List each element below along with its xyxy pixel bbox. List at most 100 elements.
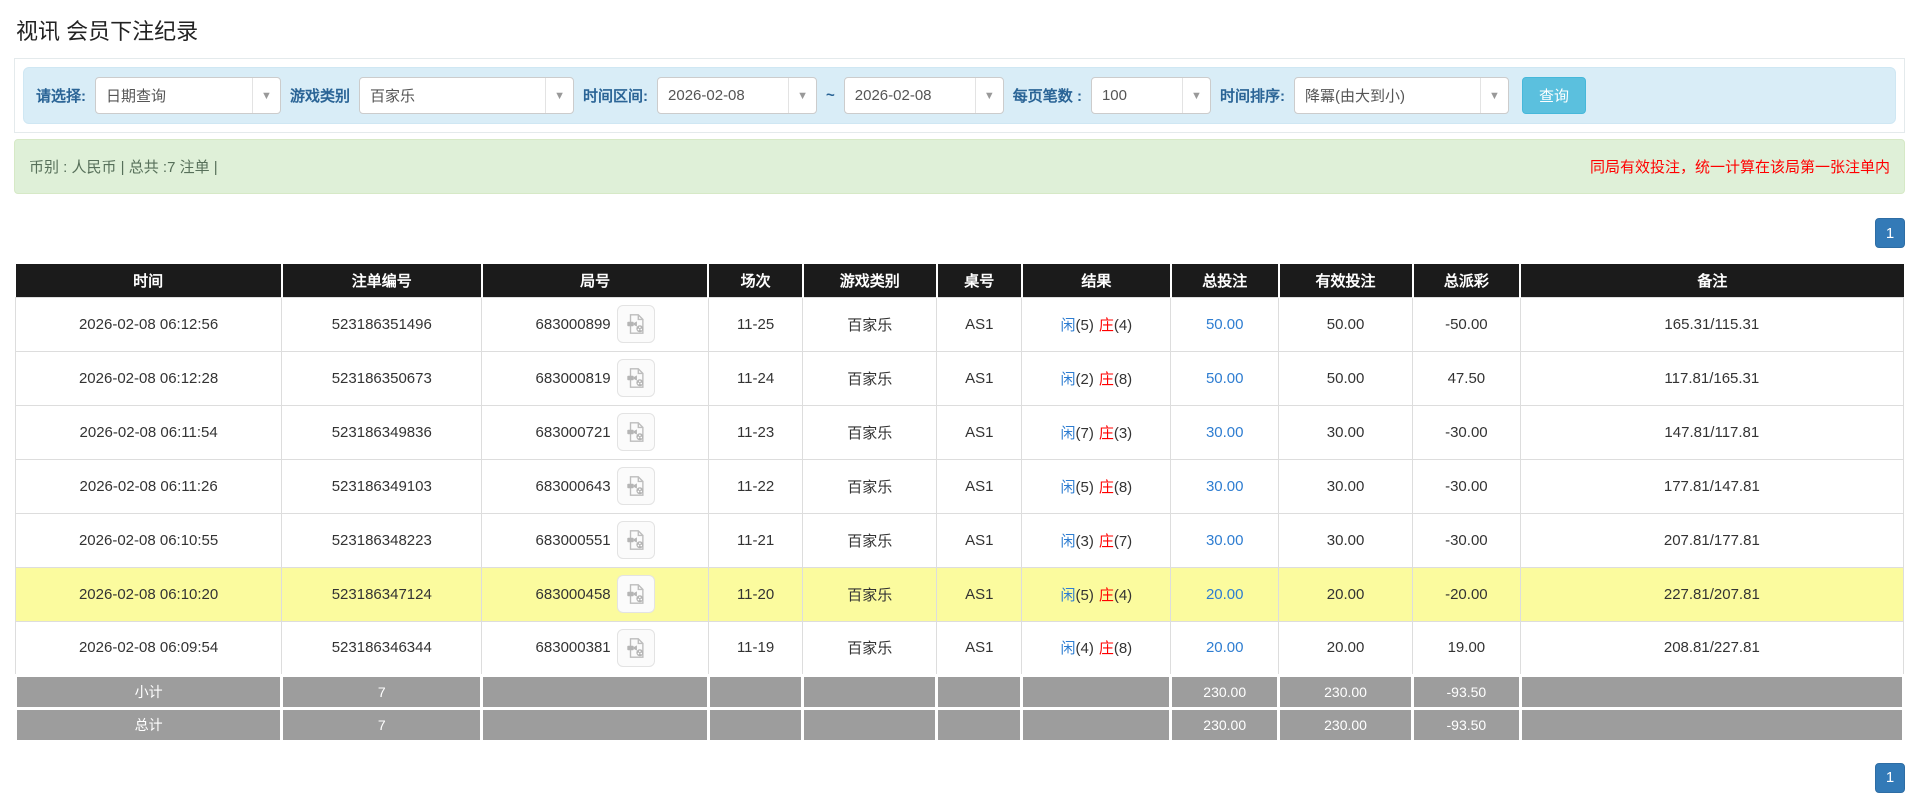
- banker-result-label: 庄: [1099, 640, 1114, 657]
- video-file-icon: [625, 637, 647, 659]
- date-from-value: 2026-02-08: [658, 87, 755, 104]
- cell-total-bet: 50.00: [1171, 351, 1279, 405]
- banker-result-score: (8): [1114, 371, 1132, 388]
- cell-valid-bet: 20.00: [1279, 621, 1413, 675]
- cell-bet-id: 523186347124: [282, 567, 482, 621]
- time-range-label: 时间区间:: [583, 85, 648, 106]
- cell-remark: 147.81/117.81: [1520, 405, 1903, 459]
- col-header-time: 时间: [16, 264, 282, 297]
- round-number: 683000721: [536, 424, 611, 441]
- page-size-label: 每页笔数 :: [1013, 85, 1082, 106]
- video-replay-button[interactable]: [617, 413, 655, 451]
- video-replay-button[interactable]: [617, 305, 655, 343]
- cell-time: 2026-02-08 06:10:55: [16, 513, 282, 567]
- total-bet-link[interactable]: 50.00: [1206, 316, 1244, 333]
- cell-session: 11-19: [708, 621, 802, 675]
- page-size-value: 100: [1092, 87, 1137, 104]
- total-bet-link[interactable]: 30.00: [1206, 478, 1244, 495]
- video-replay-button[interactable]: [617, 521, 655, 559]
- video-replay-button[interactable]: [617, 359, 655, 397]
- total-bet-link[interactable]: 30.00: [1206, 424, 1244, 441]
- player-result-label: 闲: [1060, 640, 1075, 657]
- total-bet-link[interactable]: 50.00: [1206, 370, 1244, 387]
- pagination-top: 1: [14, 218, 1905, 248]
- total-bet-link[interactable]: 30.00: [1206, 532, 1244, 549]
- subtotal-row: 小计 7 230.00 230.00 -93.50: [16, 675, 1904, 708]
- game-type-value: 百家乐: [360, 85, 425, 106]
- cell-payout: -30.00: [1413, 405, 1521, 459]
- query-type-value: 日期查询: [96, 85, 176, 106]
- page-1-button[interactable]: 1: [1875, 218, 1905, 248]
- banker-result-label: 庄: [1099, 425, 1114, 442]
- cell-time: 2026-02-08 06:09:54: [16, 621, 282, 675]
- table-row: 2026-02-08 06:10:20 523186347124 6830004…: [16, 567, 1904, 621]
- cell-session: 11-22: [708, 459, 802, 513]
- search-button[interactable]: 查询: [1522, 77, 1586, 114]
- cell-total-bet: 20.00: [1171, 567, 1279, 621]
- total-bet-link[interactable]: 20.00: [1206, 639, 1244, 656]
- round-number: 683000899: [536, 316, 611, 333]
- player-result-score: (5): [1075, 317, 1093, 334]
- table-row: 2026-02-08 06:10:55 523186348223 6830005…: [16, 513, 1904, 567]
- video-replay-button[interactable]: [617, 629, 655, 667]
- cell-remark: 208.81/227.81: [1520, 621, 1903, 675]
- page-size-select[interactable]: 100 ▼: [1091, 77, 1211, 114]
- date-from-select[interactable]: 2026-02-08 ▼: [657, 77, 817, 114]
- cell-payout: 19.00: [1413, 621, 1521, 675]
- cell-table-no: AS1: [937, 351, 1022, 405]
- subtotal-label: 小计: [16, 675, 282, 708]
- col-header-result: 结果: [1022, 264, 1171, 297]
- date-to-select[interactable]: 2026-02-08 ▼: [844, 77, 1004, 114]
- video-file-icon: [625, 475, 647, 497]
- chevron-down-icon: ▼: [545, 78, 573, 113]
- video-replay-button[interactable]: [617, 467, 655, 505]
- cell-game-type: 百家乐: [803, 567, 937, 621]
- cell-round: 683000899: [482, 297, 709, 351]
- col-header-valid-bet: 有效投注: [1279, 264, 1413, 297]
- chevron-down-icon: ▼: [975, 78, 1003, 113]
- player-result-score: (2): [1075, 371, 1093, 388]
- cell-total-bet: 30.00: [1171, 459, 1279, 513]
- cell-payout: -50.00: [1413, 297, 1521, 351]
- table-row: 2026-02-08 06:11:54 523186349836 6830007…: [16, 405, 1904, 459]
- sort-order-select[interactable]: 降冪(由大到小) ▼: [1294, 77, 1509, 114]
- page-1-button[interactable]: 1: [1875, 763, 1905, 793]
- player-result-label: 闲: [1060, 425, 1075, 442]
- cell-remark: 165.31/115.31: [1520, 297, 1903, 351]
- cell-remark: 117.81/165.31: [1520, 351, 1903, 405]
- date-to-value: 2026-02-08: [845, 87, 942, 104]
- grand-total-label: 总计: [16, 708, 282, 741]
- chevron-down-icon: ▼: [1182, 78, 1210, 113]
- col-header-session: 场次: [708, 264, 802, 297]
- cell-valid-bet: 30.00: [1279, 459, 1413, 513]
- grand-total-total-bet: 230.00: [1171, 708, 1279, 741]
- summary-bar: 币别 : 人民币 | 总共 :7 注单 | 同局有效投注，统一计算在该局第一张注…: [14, 139, 1905, 194]
- cell-game-type: 百家乐: [803, 351, 937, 405]
- cell-result: 闲(5)庄(4): [1022, 297, 1171, 351]
- col-header-round: 局号: [482, 264, 709, 297]
- sort-order-value: 降冪(由大到小): [1295, 85, 1415, 106]
- cell-bet-id: 523186349836: [282, 405, 482, 459]
- query-type-select[interactable]: 日期查询 ▼: [95, 77, 281, 114]
- cell-time: 2026-02-08 06:10:20: [16, 567, 282, 621]
- game-type-select[interactable]: 百家乐 ▼: [359, 77, 574, 114]
- subtotal-payout: -93.50: [1413, 675, 1521, 708]
- table-row: 2026-02-08 06:11:26 523186349103 6830006…: [16, 459, 1904, 513]
- currency-total-text: 币别 : 人民币 | 总共 :7 注单 |: [29, 156, 218, 177]
- total-bet-link[interactable]: 20.00: [1206, 586, 1244, 603]
- round-number: 683000643: [536, 478, 611, 495]
- banker-result-score: (8): [1114, 640, 1132, 657]
- cell-remark: 177.81/147.81: [1520, 459, 1903, 513]
- cell-result: 闲(2)庄(8): [1022, 351, 1171, 405]
- cell-bet-id: 523186350673: [282, 351, 482, 405]
- video-replay-button[interactable]: [617, 575, 655, 613]
- page-title: 视讯 会员下注纪录: [16, 14, 1905, 46]
- cell-table-no: AS1: [937, 459, 1022, 513]
- round-number: 683000458: [536, 586, 611, 603]
- round-number: 683000819: [536, 370, 611, 387]
- video-file-icon: [625, 367, 647, 389]
- cell-session: 11-25: [708, 297, 802, 351]
- cell-game-type: 百家乐: [803, 297, 937, 351]
- pagination-bottom: 1: [14, 763, 1905, 793]
- cell-session: 11-24: [708, 351, 802, 405]
